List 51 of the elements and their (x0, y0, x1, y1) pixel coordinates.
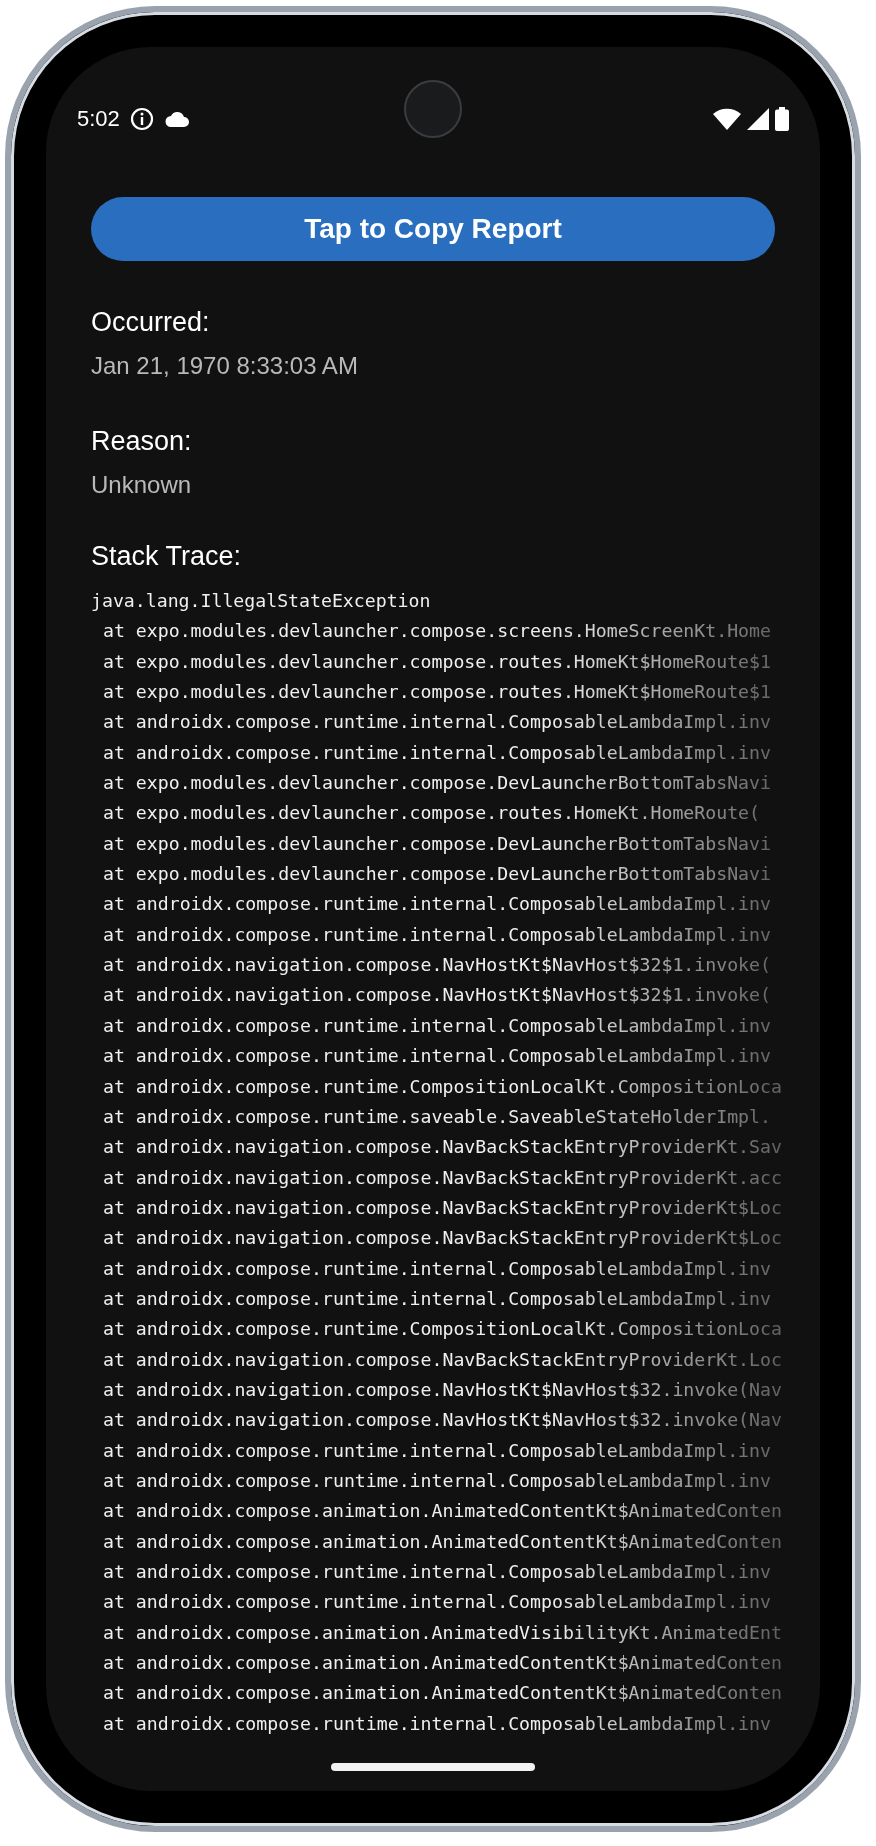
stack-frame-line: at expo.modules.devlauncher.compose.DevLauncherBottomTabsNavi (103, 831, 771, 856)
stack-frame-line: at androidx.compose.runtime.internal.ComposableLambdaImpl.inv (103, 892, 771, 917)
stack-frame-line: at expo.modules.devlauncher.compose.screens.HomeScreenKt.Home (103, 619, 771, 644)
stack-frame-line: at androidx.compose.runtime.internal.ComposableLambdaImpl.inv (103, 1044, 771, 1069)
stack-frame-line: at androidx.navigation.compose.NavHostKt$NavHost$32.invoke(Nav (103, 1377, 782, 1402)
stack-frame-line: at androidx.compose.runtime.internal.ComposableLambdaImpl.inv (103, 1013, 771, 1038)
stack-frame-line: at androidx.navigation.compose.NavBackStackEntryProviderKt.Loc (103, 1347, 782, 1372)
stack-frame-line: at androidx.compose.runtime.internal.ComposableLambdaImpl.inv (103, 740, 771, 765)
section-label: Stack Trace: (91, 541, 243, 572)
stack-frame-line: at androidx.compose.runtime.internal.ComposableLambdaImpl.inv (103, 1711, 771, 1736)
stack-frame-line: at androidx.compose.runtime.internal.ComposableLambdaImpl.inv (103, 710, 771, 735)
stack-frame-line: at androidx.compose.runtime.internal.ComposableLambdaImpl.inv (103, 1256, 771, 1281)
stack-frame-line: at androidx.compose.runtime.internal.ComposableLambdaImpl.inv (103, 1590, 771, 1615)
stack-frame-line: at androidx.navigation.compose.NavBackStackEntryProviderKt$Loc (103, 1195, 782, 1220)
stack-frame-line: at androidx.navigation.compose.NavHostKt$NavHost$32$1.invoke( (103, 953, 771, 978)
stack-frame-line: at androidx.navigation.compose.NavHostKt$NavHost$32.invoke(Nav (103, 1408, 782, 1433)
stack-frame-line: at expo.modules.devlauncher.compose.DevLauncherBottomTabsNavi (103, 771, 771, 796)
info-icon (129, 107, 154, 131)
stack-frame-line: at androidx.compose.animation.AnimatedContentKt$AnimatedConten (103, 1651, 782, 1676)
stack-frame-line: at androidx.compose.runtime.internal.ComposableLambdaImpl.inv (103, 1560, 771, 1584)
stack-frame-line: at androidx.compose.runtime.internal.ComposableLambdaImpl.inv (103, 1468, 771, 1493)
battery-icon (775, 107, 789, 131)
section-value: Jan 21, 1970 8:33:03 AM (91, 352, 359, 380)
signal-icon (747, 108, 769, 130)
section-label: Reason: (91, 426, 193, 457)
stack-frame-line: at androidx.compose.runtime.CompositionLocalKt.CompositionLoca (103, 1317, 782, 1342)
stack-frame-line: at androidx.compose.animation.AnimatedContentKt$AnimatedConten (103, 1499, 782, 1524)
stack-frame-line: at androidx.navigation.compose.NavBackStackEntryProviderKt$Loc (103, 1226, 782, 1251)
stack-frame-line: at androidx.compose.runtime.saveable.SaveableStateHolderImpl. (103, 1104, 771, 1129)
stack-frame-line: at androidx.compose.animation.AnimatedContentKt$AnimatedConten (103, 1529, 782, 1554)
exception-line: java.lang.IllegalStateException (91, 589, 431, 613)
status-time: 5:02 (77, 106, 120, 132)
cloud-icon (163, 110, 190, 128)
stack-frame-line: at androidx.navigation.compose.NavBackStackEntryProviderKt.Sav (103, 1135, 782, 1160)
stack-frame-line: at expo.modules.devlauncher.compose.routes.HomeKt$HomeRoute$1 (103, 649, 771, 674)
stack-frame-line: at androidx.compose.runtime.internal.ComposableLambdaImpl.inv (103, 1286, 771, 1311)
stack-frame-line: at androidx.compose.runtime.CompositionLocalKt.CompositionLoca (103, 1074, 782, 1099)
copy-report-button[interactable]: Tap to Copy Report (91, 197, 775, 261)
stack-frame-line: at expo.modules.devlauncher.compose.routes.HomeKt$HomeRoute$1 (103, 680, 771, 705)
stack-frame-line: at androidx.navigation.compose.NavBackStackEntryProviderKt.acc (103, 1165, 782, 1190)
stack-frame-line: at androidx.compose.runtime.internal.ComposableLambdaImpl.inv (103, 922, 771, 947)
section-value: Unknown (91, 471, 193, 499)
stack-frame-line: at expo.modules.devlauncher.compose.routes.HomeKt.HomeRoute( (103, 801, 760, 826)
section-label: Occurred: (91, 307, 211, 338)
stack-frame-line: at androidx.navigation.compose.NavHostKt$NavHost$32$1.invoke( (103, 983, 771, 1008)
camera-icon (404, 80, 462, 138)
wifi-icon (713, 108, 741, 130)
stack-frame-line: at androidx.compose.animation.AnimatedVisibilityKt.AnimatedEnt (103, 1620, 782, 1645)
stack-frame-line: at androidx.compose.animation.AnimatedContentKt$AnimatedConten (103, 1681, 782, 1706)
stack-frame-line: at androidx.compose.runtime.internal.ComposableLambdaImpl.inv (103, 1438, 771, 1463)
stack-frame-line: at expo.modules.devlauncher.compose.DevLauncherBottomTabsNavi (103, 862, 771, 887)
